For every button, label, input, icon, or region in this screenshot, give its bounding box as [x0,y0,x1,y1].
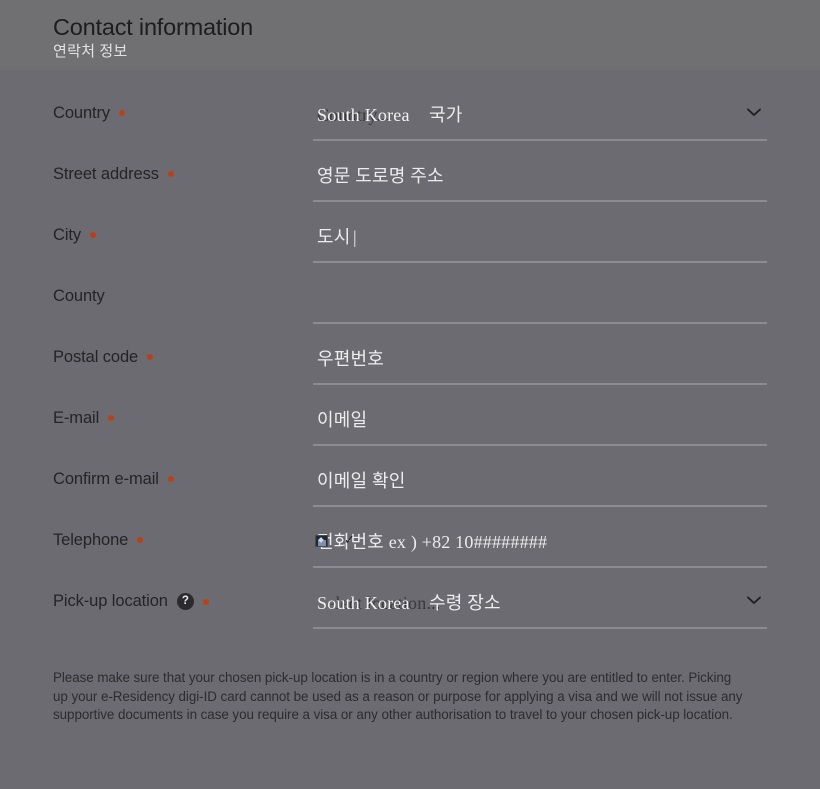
select-pickup-location[interactable]: Select location... South Korea 수령 장소 [313,588,767,629]
input-email[interactable]: 이메일 [313,405,767,446]
field-row-country: Country Country... South Korea 국가 [53,100,767,161]
input-postal-code[interactable]: 우편번호 [313,344,767,385]
input-county[interactable] [313,283,767,324]
select-country[interactable]: Country... South Korea 국가 [313,100,767,141]
field-row-city: City 도시 | [53,222,767,283]
input-telephone[interactable]: 전화번호 ex ) +82 10######## ✓ [313,527,767,568]
required-dot-icon [119,110,126,117]
label-country: Country [53,100,313,122]
contact-information-form: Country Country... South Korea 국가 Street… [0,70,820,649]
label-postal-code: Postal code [53,344,313,366]
chevron-down-icon[interactable] [747,596,761,605]
label-telephone-text: Telephone [53,531,129,549]
page-title: Contact information [53,14,253,40]
page-header: Contact information 연락처 정보 [0,0,820,70]
input-confirm-email-placeholder: 이메일 확인 [317,471,406,491]
label-country-text: Country [53,104,111,122]
label-confirm-email: Confirm e-mail [53,466,313,488]
select-pickup-location-placeholder-korean: 수령 장소 [429,593,501,613]
field-row-email: E-mail 이메일 [53,405,767,466]
label-pickup-location: Pick-up location ? [53,588,313,610]
label-postal-code-text: Postal code [53,348,139,366]
input-street-address-placeholder: 영문 도로명 주소 [317,166,444,186]
label-street-address: Street address [53,161,313,183]
field-row-county: County [53,283,767,344]
required-dot-icon [167,171,174,178]
chevron-down-icon[interactable] [747,108,761,117]
required-dot-icon [147,354,154,361]
label-confirm-email-text: Confirm e-mail [53,470,159,488]
field-row-telephone: Telephone 전화번호 ex ) +82 10######## ✓ [53,527,767,588]
required-dot-icon [167,476,174,483]
required-dot-icon [137,537,144,544]
select-pickup-location-value: South Korea [317,593,410,613]
pickup-location-disclaimer: Please make sure that your chosen pick-u… [53,670,743,723]
help-icon[interactable]: ? [176,593,194,610]
field-row-pickup-location: Pick-up location ? Select location... So… [53,588,767,649]
page-subtitle-korean: 연락처 정보 [53,43,128,60]
label-city-text: City [53,226,82,244]
select-country-value: South Korea [317,105,410,125]
input-confirm-email[interactable]: 이메일 확인 [313,466,767,507]
input-city-placeholder: 도시 [317,227,351,247]
select-country-placeholder-korean: 국가 [429,105,463,125]
label-pickup-location-text: Pick-up location [53,592,168,611]
input-street-address[interactable]: 영문 도로명 주소 [313,161,767,202]
input-telephone-placeholder: 전화번호 ex ) +82 10######## [317,532,548,552]
field-row-street-address: Street address 영문 도로명 주소 [53,161,767,222]
field-row-postal-code: Postal code 우편번호 [53,344,767,405]
input-city[interactable]: 도시 | [313,222,767,263]
label-street-address-text: Street address [53,165,159,183]
input-postal-code-placeholder: 우편번호 [317,349,385,369]
required-dot-icon [108,415,115,422]
label-email: E-mail [53,405,313,427]
input-email-placeholder: 이메일 [317,410,368,430]
required-dot-icon [90,232,97,239]
label-city: City [53,222,313,244]
label-county-text: County [53,287,105,305]
field-row-confirm-email: Confirm e-mail 이메일 확인 [53,466,767,527]
label-email-text: E-mail [53,409,100,427]
required-dot-icon [202,598,209,605]
text-caret: | [353,227,357,247]
label-county: County [53,283,313,305]
label-telephone: Telephone [53,527,313,549]
